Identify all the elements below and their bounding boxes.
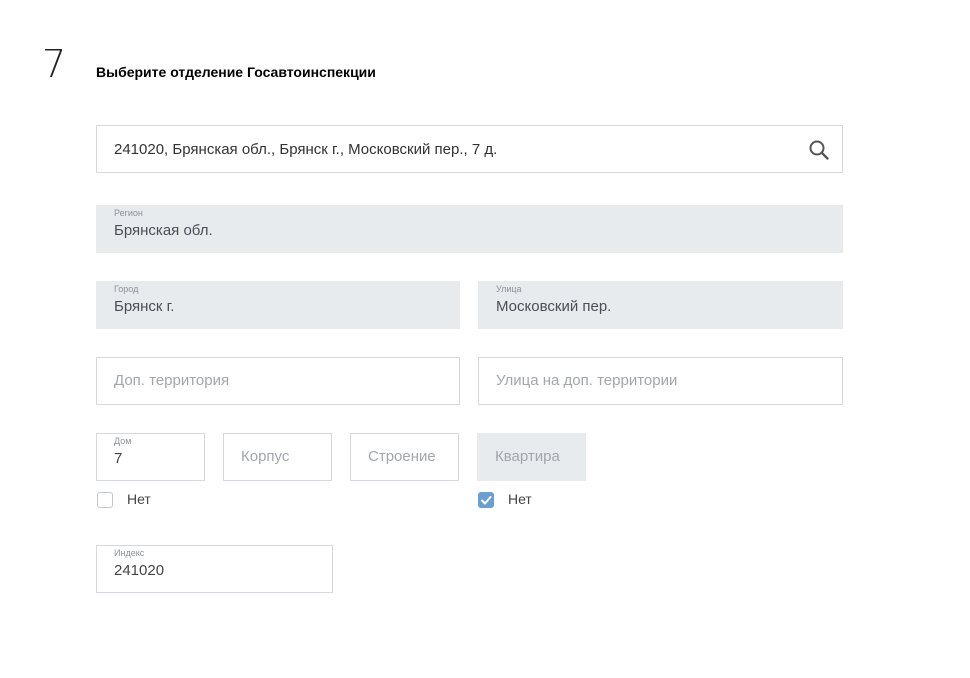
no-apartment-checkbox-label[interactable]: Нет bbox=[508, 491, 532, 507]
address-search-input[interactable]: 241020, Брянская обл., Брянск г., Москов… bbox=[96, 125, 843, 173]
index-input[interactable]: Индекс 241020 bbox=[96, 545, 333, 593]
extra-territory-placeholder: Доп. территория bbox=[114, 372, 230, 389]
house-input[interactable]: Дом 7 bbox=[96, 433, 205, 481]
no-apartment-checkbox[interactable] bbox=[478, 492, 494, 508]
extra-territory-input[interactable]: Доп. территория bbox=[96, 357, 460, 405]
index-value: 241020 bbox=[114, 562, 165, 579]
city-field[interactable]: Город Брянск г. bbox=[96, 281, 460, 329]
no-house-checkbox[interactable] bbox=[97, 492, 113, 508]
house-label: Дом bbox=[114, 436, 132, 446]
building-placeholder: Корпус bbox=[241, 448, 290, 465]
region-label: Регион bbox=[114, 208, 143, 218]
region-value: Брянская обл. bbox=[114, 222, 213, 239]
apartment-input: Квартира bbox=[477, 433, 586, 481]
search-icon[interactable] bbox=[808, 139, 830, 161]
city-label: Город bbox=[114, 284, 139, 294]
structure-input[interactable]: Строение bbox=[350, 433, 459, 481]
city-value: Брянск г. bbox=[114, 298, 175, 315]
structure-placeholder: Строение bbox=[368, 448, 436, 465]
building-input[interactable]: Корпус bbox=[223, 433, 332, 481]
street-value: Московский пер. bbox=[496, 298, 612, 315]
region-field[interactable]: Регион Брянская обл. bbox=[96, 205, 843, 253]
step-title: Выберите отделение Госавтоинспекции bbox=[96, 64, 376, 80]
index-label: Индекс bbox=[114, 548, 145, 558]
no-house-checkbox-label[interactable]: Нет bbox=[127, 491, 151, 507]
checkmark-icon bbox=[481, 496, 492, 505]
extra-street-placeholder: Улица на доп. территории bbox=[496, 372, 678, 389]
step-number: 7 bbox=[42, 42, 67, 86]
apartment-placeholder: Квартира bbox=[495, 448, 560, 465]
extra-street-input[interactable]: Улица на доп. территории bbox=[478, 357, 843, 405]
street-field[interactable]: Улица Московский пер. bbox=[478, 281, 843, 329]
address-search-value: 241020, Брянская обл., Брянск г., Москов… bbox=[114, 141, 498, 158]
house-value: 7 bbox=[114, 450, 123, 467]
street-label: Улица bbox=[496, 284, 522, 294]
